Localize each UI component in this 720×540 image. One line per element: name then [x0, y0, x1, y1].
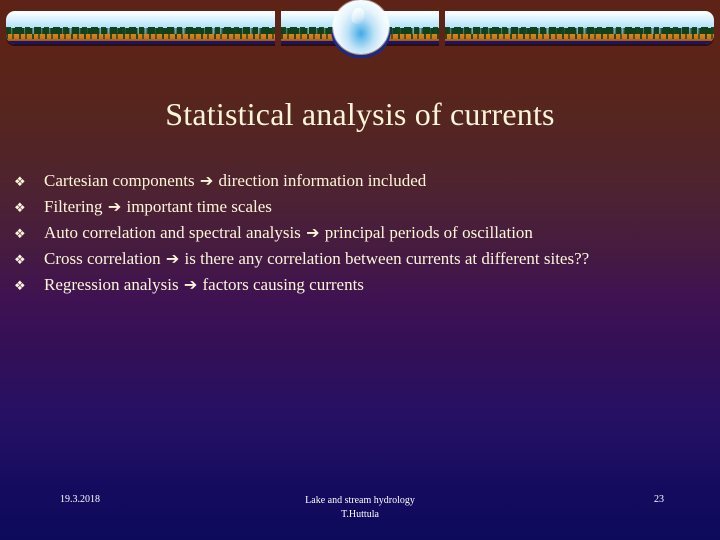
diamond-bullet-icon: ❖: [14, 227, 26, 242]
diamond-bullet-icon: ❖: [14, 175, 26, 190]
slide-title: Statistical analysis of currents: [165, 96, 555, 132]
bullet-item-4: ❖ Cross correlation ➔ is there any corre…: [14, 246, 714, 272]
bullet-1-after: direction information included: [218, 171, 427, 190]
footer-author: T.Huttula: [341, 509, 379, 520]
right-arrow-icon: ➔: [165, 249, 180, 268]
bullet-3-before: Auto correlation and spectral analysis: [44, 223, 301, 242]
diamond-bullet-icon: ❖: [14, 279, 26, 294]
slide-canvas: Statistical analysis of currents ❖ Carte…: [0, 0, 720, 540]
bullet-2-after: important time scales: [126, 197, 272, 216]
panel-base-bar: [6, 41, 275, 44]
bullet-item-2: ❖ Filtering ➔ important time scales: [14, 194, 714, 220]
banner-panel-right: [445, 11, 714, 44]
bullet-2-before: Filtering: [44, 197, 103, 216]
bullet-5-before: Regression analysis: [44, 275, 179, 294]
bullet-item-3-text: Auto correlation and spectral analysis ➔…: [44, 220, 714, 246]
bullet-item-4-text: Cross correlation ➔ is there any correla…: [44, 246, 714, 272]
bullet-item-2-text: Filtering ➔ important time scales: [44, 194, 714, 220]
right-arrow-icon: ➔: [199, 171, 214, 190]
ground-texture: [445, 34, 714, 39]
diamond-bullet-icon: ❖: [14, 253, 26, 268]
bullet-3-after: principal periods of oscillation: [324, 223, 533, 242]
bullet-5-after: factors causing currents: [202, 275, 364, 294]
bullet-list: ❖ Cartesian components ➔ direction infor…: [14, 168, 714, 298]
footer-course-title: Lake and stream hydrology: [305, 495, 415, 506]
bullet-4-after: is there any correlation between current…: [184, 249, 590, 268]
right-arrow-icon: ➔: [107, 197, 122, 216]
bullet-item-1-text: Cartesian components ➔ direction informa…: [44, 168, 714, 194]
right-arrow-icon: ➔: [183, 275, 198, 294]
bullet-item-5: ❖ Regression analysis ➔ factors causing …: [14, 272, 714, 298]
footer-page-number: 23: [654, 494, 664, 505]
footer-center-block: Lake and stream hydrology T.Huttula: [0, 494, 720, 522]
slide-footer: 19.3.2018 Lake and stream hydrology T.Hu…: [0, 486, 720, 540]
ground-texture: [6, 34, 275, 39]
banner-panel-left: [6, 11, 275, 44]
diamond-bullet-icon: ❖: [14, 201, 26, 216]
panel-base-bar: [445, 41, 714, 44]
bullet-4-before: Cross correlation: [44, 249, 161, 268]
bullet-item-5-text: Regression analysis ➔ factors causing cu…: [44, 272, 714, 298]
bullet-item-1: ❖ Cartesian components ➔ direction infor…: [14, 168, 714, 194]
bullet-1-before: Cartesian components: [44, 171, 195, 190]
landscape-banner: [0, 0, 720, 58]
right-arrow-icon: ➔: [306, 223, 320, 242]
bullet-item-3: ❖ Auto correlation and spectral analysis…: [14, 220, 714, 246]
